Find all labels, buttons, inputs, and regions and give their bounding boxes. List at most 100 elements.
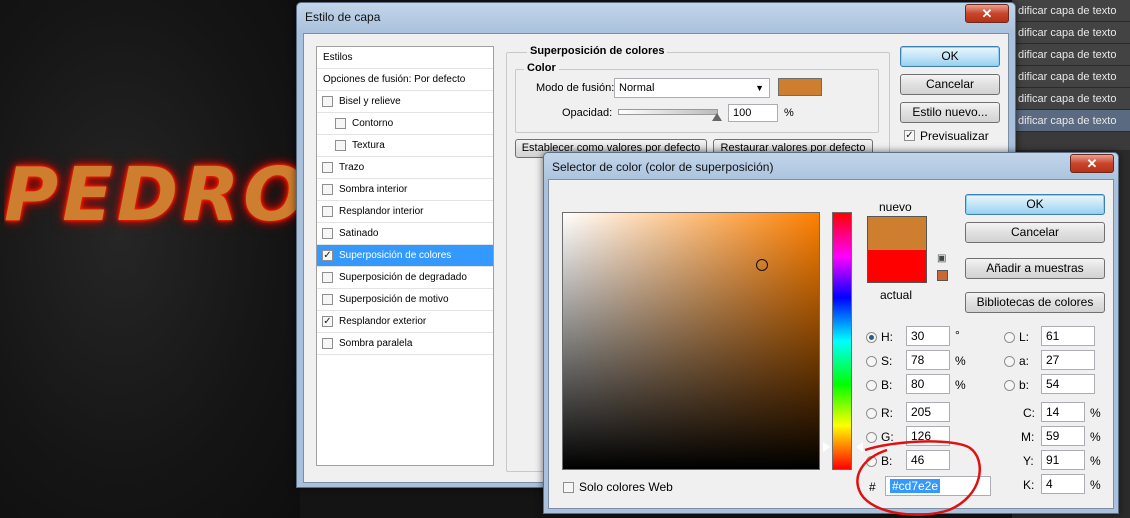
color-libraries-button[interactable]: Bibliotecas de colores <box>965 292 1105 313</box>
style-item-stroke[interactable]: Trazo <box>317 157 493 179</box>
checkbox-checked[interactable]: ✓ <box>322 250 333 261</box>
new-style-button[interactable]: Estilo nuevo... <box>900 102 1000 123</box>
opacity-unit: % <box>784 107 794 119</box>
r-input[interactable]: 205 <box>906 402 950 422</box>
checkbox[interactable] <box>335 140 346 151</box>
style-item-gradient-overlay[interactable]: Superposición de degradado <box>317 267 493 289</box>
close-button[interactable]: ✕ <box>1070 154 1114 173</box>
ok-button[interactable]: OK <box>965 194 1105 215</box>
radio-b-brightness[interactable] <box>866 380 877 391</box>
radio-b-lab[interactable] <box>1004 380 1015 391</box>
style-item-color-overlay[interactable]: ✓ Superposición de colores <box>317 245 493 267</box>
style-item-inner-glow[interactable]: Resplandor interior <box>317 201 493 223</box>
color-picker-dialog: Selector de color (color de superposició… <box>543 152 1119 514</box>
radio-l[interactable] <box>1004 332 1015 343</box>
b-brightness-unit: % <box>955 378 966 392</box>
k-input[interactable]: 4 <box>1041 474 1085 494</box>
web-safe-swatch[interactable] <box>937 270 948 281</box>
color-saturation-field[interactable] <box>562 212 820 470</box>
checkbox[interactable] <box>335 118 346 129</box>
s-input[interactable]: 78 <box>906 350 950 370</box>
m-label: M: <box>1021 430 1035 444</box>
cancel-button[interactable]: Cancelar <box>965 222 1105 243</box>
s-unit: % <box>955 354 966 368</box>
checkbox[interactable] <box>322 294 333 305</box>
checkbox-checked[interactable]: ✓ <box>322 316 333 327</box>
layer-item[interactable]: dificar capa de texto <box>1012 22 1130 44</box>
color-group: Color Modo de fusión: Normal ▼ Opacidad:… <box>515 62 879 133</box>
dialog-body: nuevo actual ▣ OK Cancelar Añadir a mues… <box>548 179 1114 509</box>
a-input[interactable]: 27 <box>1041 350 1095 370</box>
checkbox[interactable] <box>322 228 333 239</box>
style-item-inner-shadow[interactable]: Sombra interior <box>317 179 493 201</box>
layers-panel: dificar capa de texto dificar capa de te… <box>1012 0 1130 150</box>
b-lab-input[interactable]: 54 <box>1041 374 1095 394</box>
dialog-title: Estilo de capa <box>305 10 381 24</box>
styles-list: Estilos Opciones de fusión: Por defecto … <box>316 46 494 466</box>
radio-r[interactable] <box>866 408 877 419</box>
layer-item[interactable]: dificar capa de texto <box>1012 0 1130 22</box>
add-to-swatches-button[interactable]: Añadir a muestras <box>965 258 1105 279</box>
color-marker[interactable] <box>756 259 768 271</box>
close-icon: ✕ <box>981 6 993 21</box>
close-icon: ✕ <box>1086 156 1098 171</box>
h-input[interactable]: 30 <box>906 326 950 346</box>
cancel-button[interactable]: Cancelar <box>900 74 1000 95</box>
checkbox[interactable] <box>322 96 333 107</box>
c-label: C: <box>1023 406 1035 420</box>
style-item-pattern-overlay[interactable]: Superposición de motivo <box>317 289 493 311</box>
close-button[interactable]: ✕ <box>965 4 1009 23</box>
style-item-drop-shadow[interactable]: Sombra paralela <box>317 333 493 355</box>
cube-icon[interactable]: ▣ <box>937 254 947 264</box>
checkbox[interactable] <box>322 162 333 173</box>
y-input[interactable]: 91 <box>1041 450 1085 470</box>
r-label: R: <box>881 406 893 420</box>
checkbox[interactable] <box>322 338 333 349</box>
radio-a[interactable] <box>1004 356 1015 367</box>
opacity-input[interactable]: 100 <box>728 104 778 122</box>
a-label: a: <box>1019 354 1030 368</box>
layer-item[interactable]: dificar capa de texto <box>1012 44 1130 66</box>
overlay-color-swatch[interactable] <box>778 78 822 96</box>
style-item-outer-glow[interactable]: ✓ Resplandor exterior <box>317 311 493 333</box>
blend-options-item[interactable]: Opciones de fusión: Por defecto <box>317 69 493 91</box>
l-input[interactable]: 61 <box>1041 326 1095 346</box>
new-color-swatch <box>867 216 927 250</box>
checkbox[interactable] <box>322 184 333 195</box>
styles-header[interactable]: Estilos <box>317 47 493 69</box>
ok-button[interactable]: OK <box>900 46 1000 67</box>
current-label: actual <box>880 288 913 302</box>
checkbox[interactable] <box>322 272 333 283</box>
style-item-contour[interactable]: Contorno <box>317 113 493 135</box>
web-only-checkbox[interactable] <box>563 482 574 493</box>
preview-checkbox[interactable]: ✓ <box>904 130 915 141</box>
s-label: S: <box>881 354 893 368</box>
blend-mode-select[interactable]: Normal ▼ <box>614 78 770 98</box>
section-title: Superposición de colores <box>527 45 668 57</box>
k-unit: % <box>1090 478 1101 492</box>
canvas-text-layer: PEDRO <box>4 152 300 238</box>
color-group-title: Color <box>524 62 559 74</box>
opacity-slider-thumb[interactable] <box>712 113 722 121</box>
radio-h[interactable] <box>866 332 877 343</box>
radio-s[interactable] <box>866 356 877 367</box>
y-unit: % <box>1090 454 1101 468</box>
style-item-satin[interactable]: Satinado <box>317 223 493 245</box>
checkbox[interactable] <box>322 206 333 217</box>
style-item-bevel[interactable]: Bisel y relieve <box>317 91 493 113</box>
layer-item[interactable]: dificar capa de texto <box>1012 110 1130 132</box>
current-color-swatch[interactable] <box>867 250 927 283</box>
b-brightness-input[interactable]: 80 <box>906 374 950 394</box>
opacity-slider[interactable] <box>618 109 722 121</box>
c-input[interactable]: 14 <box>1041 402 1085 422</box>
hue-arrow-left[interactable] <box>823 442 830 452</box>
m-input[interactable]: 59 <box>1041 426 1085 446</box>
annotation-circle <box>856 440 981 516</box>
preview-checkbox-row[interactable]: ✓ Previsualizar <box>904 129 1004 145</box>
hue-slider[interactable] <box>832 212 852 470</box>
blend-mode-label: Modo de fusión: <box>536 82 615 94</box>
layer-item[interactable]: dificar capa de texto <box>1012 88 1130 110</box>
style-item-texture[interactable]: Textura <box>317 135 493 157</box>
m-unit: % <box>1090 430 1101 444</box>
layer-item[interactable]: dificar capa de texto <box>1012 66 1130 88</box>
